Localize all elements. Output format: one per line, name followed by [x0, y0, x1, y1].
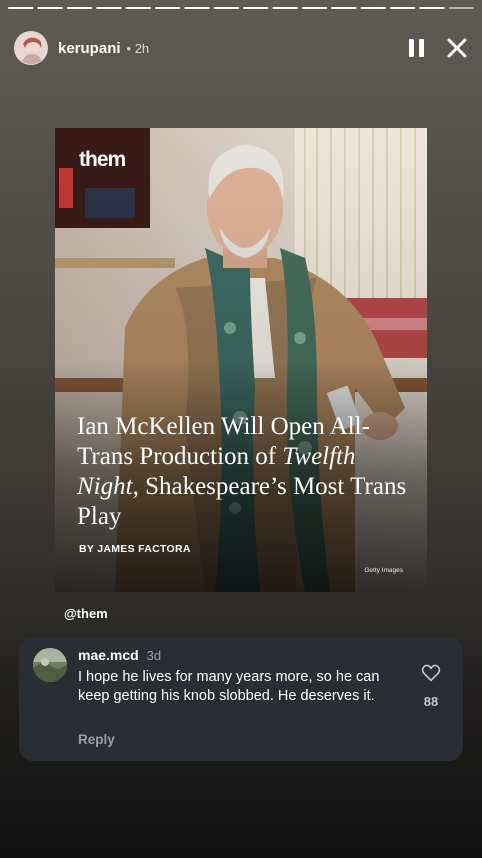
pause-icon[interactable]: [406, 37, 428, 59]
close-icon[interactable]: [446, 37, 468, 59]
story-timestamp: • 2h: [126, 40, 150, 56]
progress-segment: [37, 7, 63, 9]
avatar-image: [15, 32, 47, 64]
mention-link[interactable]: @them: [64, 606, 108, 621]
story-username[interactable]: kerupani: [58, 40, 121, 57]
progress-segment: [154, 7, 181, 9]
progress-segments: [8, 7, 474, 9]
comment-text: I hope he lives for many years more, so …: [78, 669, 380, 704]
comment-card: mae.mcd 3d I hope he lives for many year…: [19, 637, 463, 761]
comment-timestamp: 3d: [146, 648, 162, 663]
like-count: 88: [423, 694, 439, 709]
heart-outline-icon[interactable]: [421, 664, 441, 682]
post-headline: Ian McKellen Will Open All-Trans Product…: [77, 413, 407, 530]
progress-segment: [301, 7, 328, 9]
progress-segment: [213, 7, 240, 9]
progress-segment: [96, 7, 122, 9]
commenter-avatar[interactable]: [33, 648, 67, 682]
shared-post-card[interactable]: them Ian McKellen Will Open All-Trans Pr…: [55, 128, 427, 592]
reply-button[interactable]: Reply: [78, 732, 115, 747]
story-header: kerupani • 2h: [14, 30, 468, 66]
progress-segment: [125, 7, 151, 9]
progress-segment: [8, 7, 34, 9]
progress-segment: [389, 7, 416, 9]
progress-segment: [243, 7, 269, 9]
progress-segment: [66, 7, 93, 9]
post-byline: BY JAMES FACTORA: [79, 543, 191, 555]
progress-segment: [331, 7, 357, 9]
progress-segment: [448, 7, 474, 9]
post-brand-logo: them: [79, 148, 126, 171]
progress-segment: [272, 7, 298, 9]
progress-segment: [184, 7, 210, 9]
photo-credit: Getty Images: [364, 567, 403, 574]
progress-segment: [360, 7, 386, 9]
commenter-avatar-image: [33, 648, 67, 682]
progress-segment: [419, 7, 445, 9]
commenter-username[interactable]: mae.mcd: [78, 647, 139, 663]
story-progress-bar: [8, 7, 474, 9]
avatar[interactable]: [14, 31, 48, 65]
